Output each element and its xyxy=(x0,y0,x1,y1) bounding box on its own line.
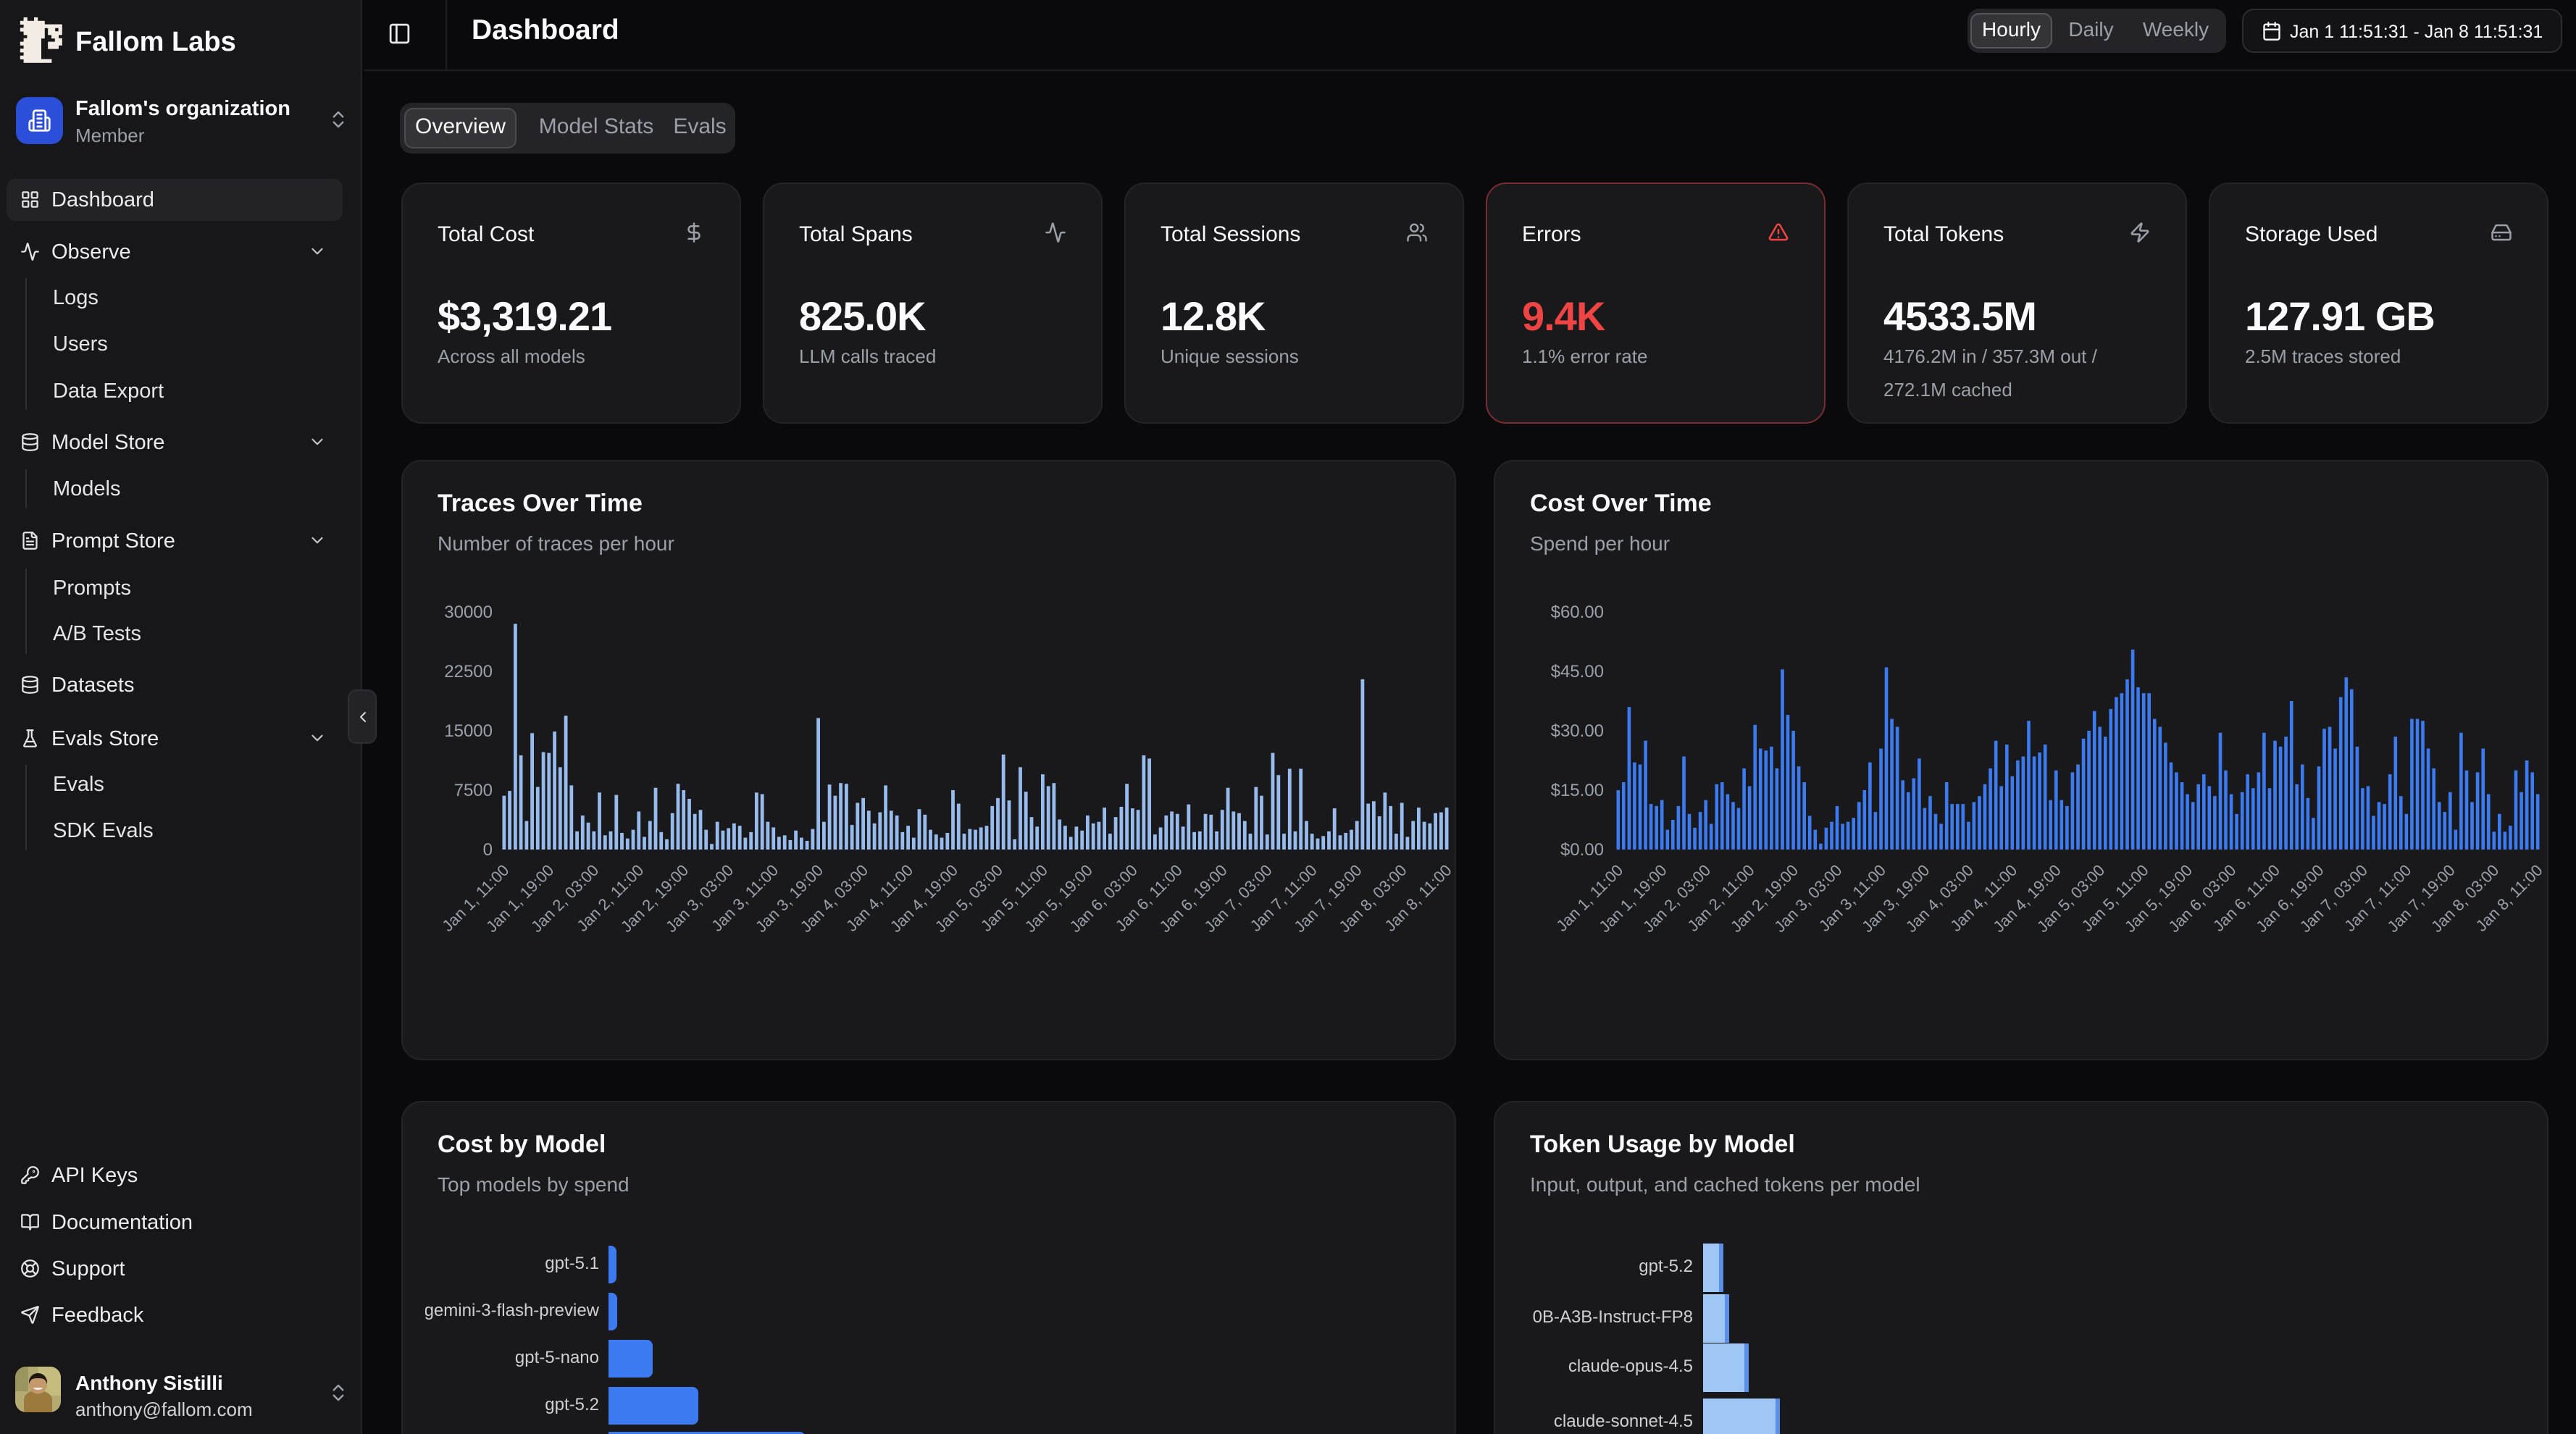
svg-text:7500: 7500 xyxy=(454,781,493,800)
svg-text:$45.00: $45.00 xyxy=(1551,662,1604,682)
svg-text:$30.00: $30.00 xyxy=(1551,721,1604,741)
svg-text:0: 0 xyxy=(483,840,493,860)
svg-text:22500: 22500 xyxy=(444,662,493,682)
svg-text:30000: 30000 xyxy=(444,603,493,622)
svg-text:$60.00: $60.00 xyxy=(1551,603,1604,622)
svg-text:15000: 15000 xyxy=(444,721,493,741)
svg-text:$15.00: $15.00 xyxy=(1551,781,1604,800)
svg-text:$0.00: $0.00 xyxy=(1560,840,1604,860)
